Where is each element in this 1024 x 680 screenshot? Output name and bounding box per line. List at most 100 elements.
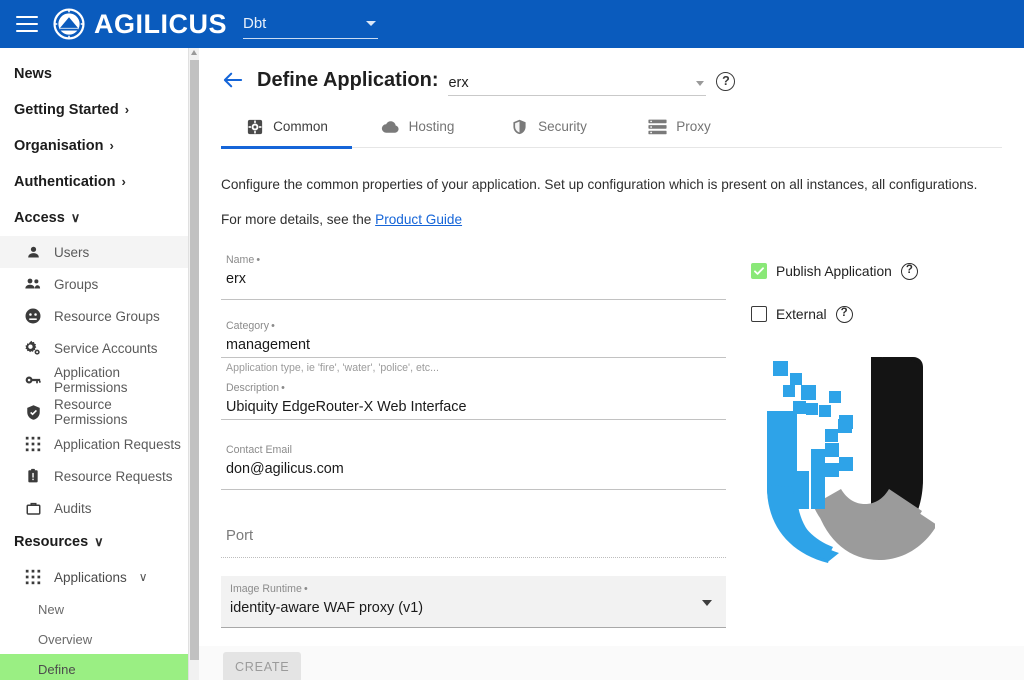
external-label: External	[776, 307, 827, 322]
help-circle-icon[interactable]: ?	[836, 306, 853, 323]
chevron-down-icon: ∨	[71, 209, 81, 227]
spacer	[221, 300, 726, 314]
sidebar-item-access[interactable]: Access ∨	[0, 200, 188, 236]
sidebar-item-resource-permissions[interactable]: Resource Permissions	[0, 396, 188, 428]
tab-label-common: Common	[273, 119, 328, 134]
sidebar-item-news[interactable]: News	[0, 56, 188, 92]
sidebar-scroll-region: News Getting Started › Organisation › Au…	[0, 48, 188, 680]
sidebar-item-applications[interactable]: Applications ∨	[0, 560, 188, 594]
page-title: Define Application:	[257, 69, 438, 92]
ubiquiti-logo	[753, 353, 986, 568]
description-line-2: For more details, see the Product Guide	[221, 209, 1002, 230]
application-name-value: erx	[448, 75, 468, 91]
sidebar-label-overview: Overview	[38, 632, 92, 647]
sidebar-item-users[interactable]: Users	[0, 236, 188, 268]
sidebar-item-resource-groups[interactable]: Resource Groups	[0, 300, 188, 332]
contact-email-field[interactable]: Contact Email don@agilicus.com	[221, 438, 726, 490]
image-runtime-label: Image Runtime •	[230, 583, 308, 595]
tab-label-security: Security	[538, 119, 587, 134]
scroll-up-arrow-icon[interactable]	[191, 50, 197, 55]
briefcase-icon	[24, 499, 42, 517]
external-checkbox-row[interactable]: External ?	[751, 301, 986, 327]
sidebar-label-resource-requests: Resource Requests	[54, 469, 173, 484]
sidebar-label-users: Users	[54, 245, 89, 260]
sidebar-item-application-requests[interactable]: Application Requests	[0, 428, 188, 460]
organisation-value: Dbt	[243, 15, 266, 32]
app-root: AGILICUS Dbt News Getting Started › Orga…	[0, 0, 1024, 680]
resource-group-icon	[24, 307, 42, 325]
chevron-down-icon	[696, 81, 704, 86]
sidebar-label-getting-started: Getting Started	[14, 101, 119, 119]
help-circle-icon[interactable]: ?	[901, 263, 918, 280]
tab-label-proxy: Proxy	[676, 119, 711, 134]
hamburger-menu-icon[interactable]	[16, 16, 38, 32]
help-circle-icon[interactable]: ?	[716, 72, 735, 91]
sidebar-label-application-permissions: Application Permissions	[54, 365, 188, 395]
shield-icon	[510, 117, 529, 136]
port-field[interactable]: Port	[221, 508, 726, 558]
checkbox-unchecked-icon[interactable]	[751, 306, 767, 322]
sidebar-item-service-accounts[interactable]: Service Accounts	[0, 332, 188, 364]
image-runtime-select[interactable]: Image Runtime • identity-aware WAF proxy…	[221, 576, 726, 628]
name-field[interactable]: Name • erx	[221, 248, 726, 300]
tab-common[interactable]: Common	[221, 106, 352, 148]
sidebar-scrollbar[interactable]	[188, 48, 199, 680]
product-guide-link[interactable]: Product Guide	[375, 212, 462, 227]
category-field-label: Category •	[226, 320, 275, 332]
sidebar-item-resources[interactable]: Resources ∨	[0, 524, 188, 560]
description-field[interactable]: Description • Ubiquity EdgeRouter-X Web …	[221, 376, 726, 420]
sidebar-label-service-accounts: Service Accounts	[54, 341, 158, 356]
brand-logo[interactable]: AGILICUS	[52, 7, 227, 41]
category-field[interactable]: Category • management	[221, 314, 726, 358]
sidebar-label-resource-groups: Resource Groups	[54, 309, 160, 324]
form-right-column: Publish Application ? External ?	[726, 248, 986, 680]
brand-name: AGILICUS	[94, 11, 227, 38]
back-arrow-icon[interactable]	[221, 68, 245, 92]
sidebar-item-organisation[interactable]: Organisation ›	[0, 128, 188, 164]
tab-security[interactable]: Security	[483, 106, 614, 148]
contact-email-field-label: Contact Email	[226, 444, 292, 456]
description-field-value: Ubiquity EdgeRouter-X Web Interface	[226, 399, 467, 415]
chevron-down-icon	[366, 21, 376, 26]
sidebar-subitem-overview[interactable]: Overview	[0, 624, 188, 654]
sidebar-item-application-permissions[interactable]: Application Permissions	[0, 364, 188, 396]
key-icon	[24, 371, 42, 389]
sidebar-item-getting-started[interactable]: Getting Started ›	[0, 92, 188, 128]
sidebar-label-groups: Groups	[54, 277, 98, 292]
tab-hosting[interactable]: Hosting	[352, 106, 483, 148]
users-group-icon	[24, 275, 42, 293]
chevron-right-icon: ›	[125, 101, 129, 119]
tab-bar: Common Hosting Security	[221, 106, 1002, 148]
sidebar-item-authentication[interactable]: Authentication ›	[0, 164, 188, 200]
organisation-select[interactable]: Dbt	[243, 9, 378, 39]
ubiquiti-logo-icon	[753, 353, 935, 563]
sidebar: News Getting Started › Organisation › Au…	[0, 48, 188, 680]
server-list-icon	[648, 117, 667, 136]
scrollbar-thumb[interactable]	[190, 60, 199, 660]
chevron-down-icon: ∨	[139, 570, 148, 584]
sidebar-label-organisation: Organisation	[14, 137, 103, 155]
main-content: Define Application: erx ? Common	[199, 48, 1024, 680]
sidebar-label-define: Define	[38, 662, 76, 677]
sidebar-item-groups[interactable]: Groups	[0, 268, 188, 300]
sidebar-label-access: Access	[14, 209, 65, 227]
application-name-select[interactable]: erx	[448, 64, 706, 96]
create-button[interactable]: CREATE	[223, 652, 301, 680]
apps-grid-icon	[24, 568, 42, 586]
name-field-label: Name •	[226, 254, 260, 266]
sidebar-item-audits[interactable]: Audits	[0, 492, 188, 524]
sidebar-label-resource-permissions: Resource Permissions	[54, 397, 188, 427]
apps-grid-icon	[24, 435, 42, 453]
description-prefix: For more details, see the	[221, 212, 375, 227]
contact-email-field-value: don@agilicus.com	[226, 461, 344, 477]
checkbox-checked-icon[interactable]	[751, 263, 767, 279]
sidebar-item-resource-requests[interactable]: Resource Requests	[0, 460, 188, 492]
settings-chip-icon	[245, 117, 264, 136]
sidebar-label-audits: Audits	[54, 501, 92, 516]
cloud-icon	[381, 117, 400, 136]
description-block: Configure the common properties of your …	[199, 148, 1024, 230]
sidebar-subitem-new[interactable]: New	[0, 594, 188, 624]
publish-application-checkbox-row[interactable]: Publish Application ?	[751, 258, 986, 284]
tab-proxy[interactable]: Proxy	[614, 106, 745, 148]
sidebar-subitem-define[interactable]: Define	[0, 654, 188, 680]
